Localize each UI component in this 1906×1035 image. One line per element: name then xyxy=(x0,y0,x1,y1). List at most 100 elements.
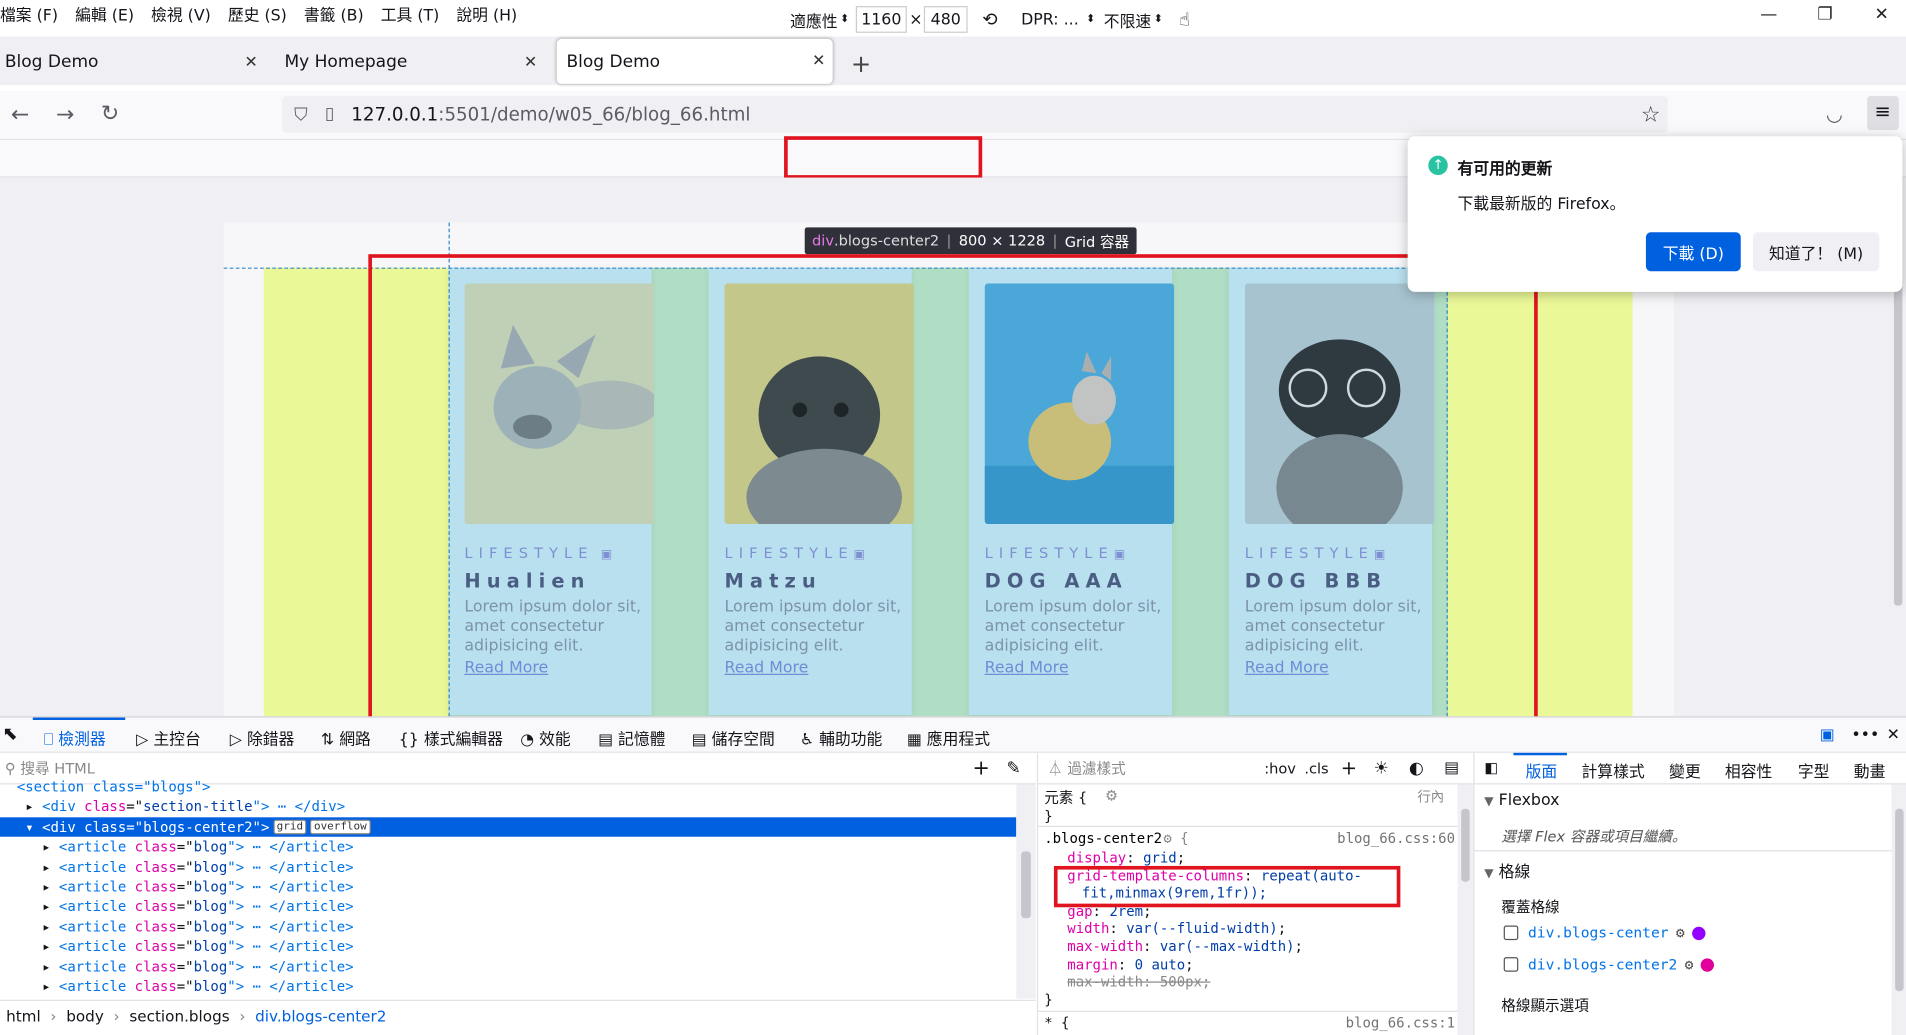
devtools-tab-memory[interactable]: ▤ 記憶體 xyxy=(598,726,665,749)
devtools-tab-style-editor[interactable]: {} 樣式編輯器 xyxy=(399,726,503,749)
expand-toggle-icon[interactable]: ▸ xyxy=(0,798,42,815)
read-more-link[interactable]: Read More xyxy=(724,659,808,677)
devtools-tab-storage[interactable]: ▤ 儲存空間 xyxy=(692,726,775,749)
markup-node[interactable]: ▸ <article class="blog"> ⋯ </article> xyxy=(0,877,1016,897)
devtools-tab-accessibility[interactable]: ♿ 輔助功能 xyxy=(800,726,882,749)
expand-toggle-icon[interactable]: ▾ xyxy=(0,818,42,835)
app-menu-button[interactable]: ≡ xyxy=(1867,96,1899,131)
overflow-badge[interactable]: overflow xyxy=(310,820,371,835)
flexbox-section-header[interactable]: ▼ Flexbox xyxy=(1484,792,1559,810)
tab-blog-demo-1[interactable]: Blog Demo ✕ xyxy=(0,41,265,82)
close-tab-icon[interactable]: ✕ xyxy=(812,52,825,70)
close-tab-icon[interactable]: ✕ xyxy=(244,53,257,71)
expand-toggle-icon[interactable]: ▸ xyxy=(0,838,59,855)
read-more-link[interactable]: Read More xyxy=(1245,659,1329,677)
markup-node[interactable]: ▸ <article class="blog"> ⋯ </article> xyxy=(0,917,1016,937)
touch-simulation-icon[interactable]: ☝ xyxy=(1179,6,1190,33)
viewport-height-input[interactable]: 480 xyxy=(923,6,968,33)
eyedropper-icon[interactable]: ✎ xyxy=(1007,758,1021,777)
expand-toggle-icon[interactable]: ▸ xyxy=(0,858,59,875)
css-declaration[interactable]: grid-template-columns: repeat(auto- xyxy=(1067,867,1362,884)
grid-section-header[interactable]: ▼ 格線 xyxy=(1484,859,1530,882)
back-icon[interactable]: ← xyxy=(11,102,29,128)
tab-blog-demo-active[interactable]: Blog Demo ✕ xyxy=(556,38,833,84)
print-media-icon[interactable]: ▤ xyxy=(1444,759,1459,777)
css-declaration[interactable]: max-width: var(--max-width); xyxy=(1067,938,1303,955)
menu-edit[interactable]: 編輯 (E) xyxy=(75,2,134,25)
restore-button[interactable]: ❐ xyxy=(1817,5,1832,24)
breadcrumb-html[interactable]: html xyxy=(6,1007,41,1025)
tab-fonts[interactable]: 字型 xyxy=(1798,759,1830,782)
responsive-mode-icon[interactable]: ▣ xyxy=(1820,726,1835,744)
css-value-continued[interactable]: fit,minmax(9rem,1fr)); xyxy=(1082,884,1267,901)
css-value[interactable]: grid xyxy=(1143,849,1177,866)
expand-toggle-icon[interactable]: ▸ xyxy=(0,898,59,915)
grid-overlay-option[interactable]: div.blogs-center2 ⚙ xyxy=(1503,956,1715,973)
grid-color-swatch[interactable] xyxy=(1691,926,1706,940)
tab-layout[interactable]: 版面 xyxy=(1526,759,1558,782)
css-declaration[interactable]: gap: 2rem; xyxy=(1067,902,1151,919)
css-declaration[interactable]: max-width: 500px; xyxy=(1067,973,1210,990)
light-scheme-icon[interactable]: ☀ xyxy=(1374,758,1389,777)
markup-node-selected[interactable]: ▾ <div class="blogs-center2"> grid overflo… xyxy=(0,817,1017,837)
reload-icon[interactable]: ↻ xyxy=(101,101,119,127)
breadcrumb-div[interactable]: div.blogs-center2 xyxy=(255,1007,386,1025)
dark-scheme-icon[interactable]: ◐ xyxy=(1409,758,1424,777)
markup-node[interactable]: ▸ <article class="blog"> ⋯ </article> xyxy=(0,937,1016,957)
expand-toggle-icon[interactable]: ▸ xyxy=(0,938,59,955)
grid-color-swatch[interactable] xyxy=(1700,957,1715,972)
device-select[interactable]: 適應性 ⬍ xyxy=(790,6,849,33)
menu-tools[interactable]: 工具 (T) xyxy=(381,2,440,25)
filter-styles-input[interactable]: 過濾樣式 xyxy=(1067,758,1125,779)
css-property[interactable]: grid-template-columns xyxy=(1067,867,1244,884)
devtools-tab-inspector[interactable]: ⎕ 檢測器 xyxy=(44,726,106,749)
css-declaration[interactable]: width: var(--fluid-width); xyxy=(1067,920,1286,937)
markup-node[interactable]: ▸ <article class="blog"> ⋯ </article> xyxy=(0,857,1016,877)
minimize-button[interactable]: — xyxy=(1760,5,1777,24)
grid-settings-icon[interactable]: ⚙ xyxy=(1685,956,1694,973)
tab-my-homepage[interactable]: My Homepage ✕ xyxy=(280,41,545,82)
expand-toggle-icon[interactable]: ▸ xyxy=(0,978,59,995)
devtools-tab-network[interactable]: ⇅ 網路 xyxy=(321,726,371,749)
rotate-icon[interactable]: ⟲ xyxy=(982,6,997,33)
css-declaration[interactable]: margin: 0 auto; xyxy=(1067,955,1193,972)
markup-node[interactable]: <section class="blogs"> xyxy=(0,777,1016,797)
more-options-icon[interactable]: ••• xyxy=(1851,726,1879,744)
tab-changes[interactable]: 變更 xyxy=(1669,759,1701,782)
rule-source-file[interactable]: blog_66.css:1 xyxy=(1346,1014,1455,1031)
css-value[interactable]: 500px xyxy=(1160,973,1202,990)
html-search-input[interactable]: 搜尋 HTML xyxy=(20,758,94,779)
gear-icon[interactable]: ⚙ { xyxy=(1163,829,1188,846)
rule-source-file[interactable]: blog_66.css:60 xyxy=(1337,829,1455,846)
layout-scrollbar[interactable] xyxy=(1891,784,1906,1035)
devtools-tab-application[interactable]: ▦ 應用程式 xyxy=(907,726,990,749)
grid-overlay-checkbox[interactable] xyxy=(1503,925,1519,941)
scrollbar-thumb[interactable] xyxy=(1895,808,1904,992)
menu-bookmarks[interactable]: 書籤 (B) xyxy=(304,2,364,25)
universal-rule-selector[interactable]: * { xyxy=(1044,1014,1069,1031)
css-value[interactable]: repeat(auto- xyxy=(1261,867,1362,884)
menu-history[interactable]: 歷史 (S) xyxy=(228,2,287,25)
scrollbar-thumb[interactable] xyxy=(1461,808,1470,882)
read-more-link[interactable]: Read More xyxy=(464,659,548,677)
gear-icon[interactable]: ⚙ xyxy=(1105,787,1118,804)
markup-node[interactable]: ▸ <article class="blog"> ⋯ </article> xyxy=(0,897,1016,917)
css-property[interactable]: max-width xyxy=(1067,938,1143,955)
breadcrumb-body[interactable]: body xyxy=(66,1007,104,1025)
grid-overlay-checkbox[interactable] xyxy=(1503,957,1519,972)
menu-view[interactable]: 檢視 (V) xyxy=(151,2,211,25)
expand-toggle-icon[interactable]: ▸ xyxy=(0,918,59,935)
bookmark-star-icon[interactable]: ☆ xyxy=(1641,102,1661,128)
close-tab-icon[interactable]: ✕ xyxy=(524,53,537,71)
menu-help[interactable]: 說明 (H) xyxy=(456,2,517,25)
rules-scrollbar[interactable] xyxy=(1457,784,1474,1035)
css-property[interactable]: display xyxy=(1067,849,1126,866)
css-property[interactable]: width xyxy=(1067,920,1109,937)
expand-toggle-icon[interactable]: ▸ xyxy=(0,958,59,975)
css-property[interactable]: margin xyxy=(1067,955,1118,972)
close-window-button[interactable]: ✕ xyxy=(1874,5,1888,24)
close-devtools-icon[interactable]: ✕ xyxy=(1887,726,1900,744)
download-button[interactable]: 下載 (D) xyxy=(1645,232,1741,272)
markup-node[interactable]: ▸ <article class="blog"> ⋯ </article> xyxy=(0,957,1016,977)
menu-file[interactable]: 檔案 (F) xyxy=(0,2,58,25)
